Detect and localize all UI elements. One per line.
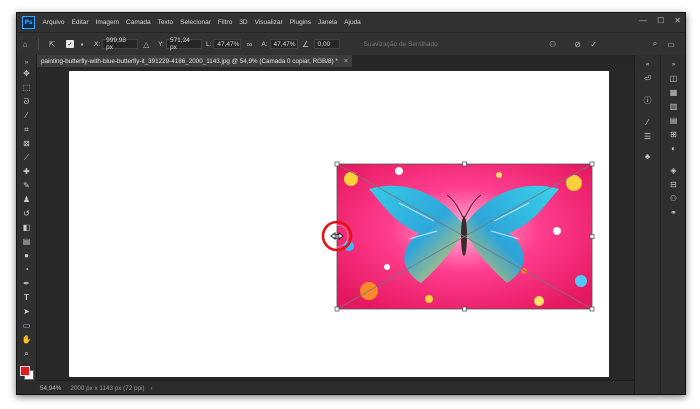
menu-selecionar[interactable]: Selecionar (177, 19, 215, 26)
link-icon[interactable]: ∞ (244, 39, 254, 49)
move-tool-icon[interactable]: ✥ (21, 68, 32, 79)
options-bar: ⌂ ⇱ ✓ ▪ X: 999,98 px △ Y: 571,24 px L: 4… (17, 32, 685, 56)
properties-panel-icon[interactable]: ⊟ (668, 179, 679, 190)
interpolation-placeholder[interactable]: Suavização de Serrilhado (364, 41, 438, 48)
type-tool-icon[interactable]: T (21, 292, 32, 303)
history-brush-tool-icon[interactable]: ↺ (21, 208, 32, 219)
path-selection-tool-icon[interactable]: ➤ (21, 306, 32, 317)
x-label: X: (94, 40, 101, 48)
menu-filtro[interactable]: Filtro (214, 19, 235, 26)
history-panel-icon[interactable]: ⏎ (642, 73, 653, 84)
brushes-panel-icon[interactable]: ⁄ (642, 117, 653, 128)
angle-icon: ∠ (301, 39, 310, 49)
menu-3d[interactable]: 3D (236, 19, 251, 26)
menu-bar: Ps Arquivo Editar Imagem Camada Texto Se… (17, 13, 685, 32)
gradient-tool-icon[interactable]: ▤ (21, 236, 32, 247)
hand-tool-icon[interactable]: ✋ (21, 334, 32, 345)
patterns-panel-icon[interactable]: ⊞ (668, 129, 679, 140)
document-work-area (37, 67, 633, 380)
rectangle-tool-icon[interactable]: ▭ (21, 320, 32, 331)
clone-stamp-tool-icon[interactable]: ♟ (21, 194, 32, 205)
canvas-graphics (321, 161, 595, 312)
crop-tool-icon[interactable]: ⌗ (21, 124, 32, 135)
eyedropper-tool-icon[interactable]: ⟋ (21, 152, 32, 163)
panel-collapse-icon[interactable]: » (21, 57, 32, 68)
document-size: 2000 px x 1143 px (72 ppi) (70, 384, 145, 392)
status-bar: 54,94% 2000 px x 1143 px (72 ppi) › (37, 380, 634, 394)
styles-panel-icon[interactable]: ⚭ (668, 207, 679, 218)
tab-close-icon[interactable]: × (344, 58, 348, 65)
clone-source-panel-icon[interactable]: ♣ (642, 151, 653, 162)
marquee-tool-icon[interactable]: ⬚ (21, 82, 32, 93)
magic-wand-tool-icon[interactable]: ⁄ (21, 110, 32, 121)
y-input[interactable]: 571,24 px (165, 37, 202, 51)
menu-imagem[interactable]: Imagem (92, 19, 122, 26)
healing-brush-tool-icon[interactable]: ✚ (21, 166, 32, 177)
document-tab[interactable]: painting-butterfly-with-blue-butterfly-i… (37, 55, 352, 67)
dodge-tool-icon[interactable]: ◔ (21, 264, 32, 275)
transform-tool-icon[interactable]: ⇱ (47, 39, 57, 49)
gradients-panel-icon[interactable]: ▤ (668, 115, 679, 126)
document-canvas[interactable] (69, 71, 609, 377)
blur-tool-icon[interactable]: ● (21, 250, 32, 261)
divider (38, 38, 39, 50)
close-icon[interactable]: ✕ (674, 16, 681, 25)
minimize-icon[interactable]: — (639, 16, 647, 25)
menu-janela[interactable]: Janela (315, 19, 341, 26)
pen-tool-icon[interactable]: ✒ (21, 278, 32, 289)
height-input[interactable]: 47,47% (269, 39, 298, 49)
dock-column-right: » ◫ ▦ ▥ ▤ ⊞ ◐ ◈ ⊟ ⚇ ⚭ (661, 55, 685, 394)
width-input[interactable]: 47,47% (213, 39, 242, 49)
angle-input[interactable]: 0,00 (313, 39, 340, 49)
status-menu-icon[interactable]: › (150, 385, 152, 392)
lasso-tool-icon[interactable]: ᘐ (21, 96, 32, 107)
libraries-panel-icon[interactable]: ⚇ (668, 193, 679, 204)
height-label: A: (261, 40, 268, 48)
menu-plugins[interactable]: Plugins (286, 19, 314, 26)
workspace-icon[interactable]: ▭ (666, 39, 676, 49)
x-input[interactable]: 999,98 px (102, 37, 139, 51)
layers-panel-icon[interactable]: ◈ (668, 165, 679, 176)
photoshop-logo-icon: Ps (22, 16, 35, 29)
eraser-tool-icon[interactable]: ◧ (21, 222, 32, 233)
menu-editar[interactable]: Editar (68, 19, 92, 26)
zoom-tool-icon[interactable]: ⌕ (21, 348, 32, 359)
panels-dock: « ⏎ ⓘ ⁄ ☰ ♣ » ◫ ▦ ▥ ▤ ⊞ ◐ ◈ ⊟ ⚇ ⚭ (634, 55, 685, 394)
width-label: L: (205, 40, 212, 48)
dock-expand-icon[interactable]: » (668, 59, 679, 70)
menu-ajuda[interactable]: Ajuda (341, 19, 365, 26)
y-label: Y: (158, 40, 164, 48)
info-panel-icon[interactable]: ⓘ (642, 95, 653, 106)
adjustments-panel-icon[interactable]: ☰ (642, 131, 653, 142)
maximize-icon[interactable]: ☐ (657, 16, 664, 25)
reference-point-checkbox[interactable]: ✓ (66, 40, 74, 48)
swatches-panel-icon[interactable]: ▦ (668, 87, 679, 98)
photoshop-window: Ps Arquivo Editar Imagem Camada Texto Se… (16, 12, 686, 395)
home-icon[interactable]: ⌂ (20, 39, 30, 49)
window-controls: — ☐ ✕ (639, 16, 681, 25)
color-panel-icon[interactable]: ◐ (668, 143, 679, 154)
cancel-transform-icon[interactable]: ⊘ (573, 39, 583, 49)
menu-camada[interactable]: Camada (123, 19, 155, 26)
foreground-color-swatch[interactable] (20, 366, 30, 376)
channels-panel-icon[interactable]: ◫ (668, 73, 679, 84)
frame-tool-icon[interactable]: ⊠ (21, 138, 32, 149)
document-tab-bar: painting-butterfly-with-blue-butterfly-i… (37, 55, 685, 67)
menu-texto[interactable]: Texto (154, 19, 177, 26)
tools-panel: » ✥ ⬚ ᘐ ⁄ ⌗ ⊠ ⟋ ✚ ✎ ♟ ↺ ◧ ▤ ● ◔ ✒ T ➤ ▭ … (17, 55, 37, 380)
menu-arquivo[interactable]: Arquivo (39, 19, 68, 26)
dock-collapse-icon[interactable]: « (642, 59, 653, 70)
zoom-level[interactable]: 54,94% (40, 385, 61, 392)
search-icon[interactable]: ⌕ (650, 39, 660, 49)
menu-visualizar[interactable]: Visualizar (251, 19, 286, 26)
reference-point-icon[interactable]: ▪ (77, 39, 87, 49)
brush-tool-icon[interactable]: ✎ (21, 180, 32, 191)
paths-panel-icon[interactable]: ▥ (668, 101, 679, 112)
document-tab-title: painting-butterfly-with-blue-butterfly-i… (41, 57, 338, 65)
warp-icon[interactable]: ⚇ (548, 39, 558, 49)
commit-transform-icon[interactable]: ✓ (589, 39, 599, 49)
relative-position-icon[interactable]: △ (141, 39, 151, 49)
dock-column-left: « ⏎ ⓘ ⁄ ☰ ♣ (635, 55, 661, 394)
